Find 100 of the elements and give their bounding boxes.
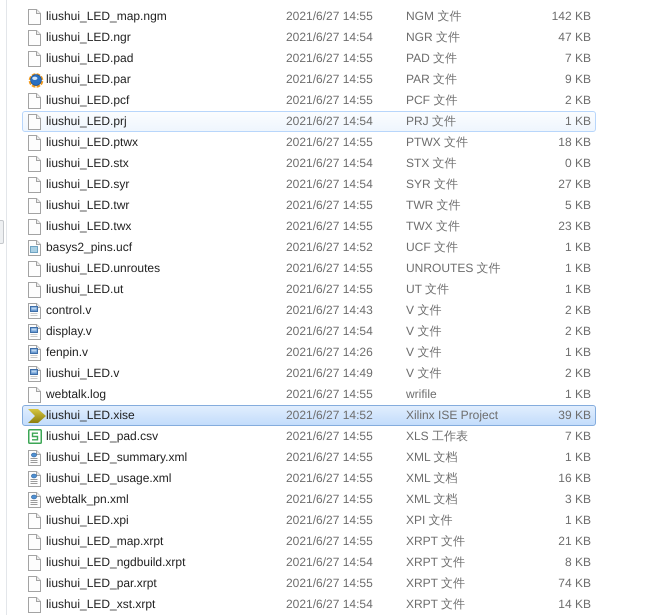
file-name: liushui_LED.stx bbox=[46, 155, 130, 172]
file-row[interactable]: liushui_LED.ngr 2021/6/27 14:54 NGR 文件 47 KB bbox=[22, 27, 596, 48]
file-type: wrifile bbox=[406, 386, 438, 403]
file-type: V 文件 bbox=[406, 344, 442, 361]
file-row[interactable]: liushui_LED.v 2021/6/27 14:49 V 文件 2 KB bbox=[22, 363, 596, 384]
modified-date: 2021/6/27 14:26 bbox=[286, 344, 374, 361]
file-icon bbox=[28, 8, 41, 24]
file-icon bbox=[28, 50, 41, 66]
file-type: PAD 文件 bbox=[406, 50, 458, 67]
file-icon bbox=[28, 176, 41, 192]
file-type: XRPT 文件 bbox=[406, 596, 466, 613]
file-row[interactable]: liushui_LED.ut 2021/6/27 14:55 UT 文件 1 KB bbox=[22, 279, 596, 300]
file-icon bbox=[28, 134, 41, 150]
scrollbar-thumb[interactable] bbox=[0, 220, 4, 244]
file-row[interactable]: liushui_LED.prj 2021/6/27 14:54 PRJ 文件 1 KB bbox=[22, 111, 596, 132]
file-row[interactable]: webtalk_pn.xml 2021/6/27 14:55 XML 文档 3 KB bbox=[22, 489, 596, 510]
document-image-icon bbox=[28, 344, 41, 360]
file-name: liushui_LED.xise bbox=[46, 407, 136, 424]
modified-date: 2021/6/27 14:55 bbox=[286, 470, 374, 487]
file-icon bbox=[28, 386, 41, 402]
file-name: liushui_LED.pad bbox=[46, 50, 134, 67]
file-row[interactable]: webtalk.log 2021/6/27 14:55 wrifile 1 KB bbox=[22, 384, 596, 405]
file-row[interactable]: liushui_LED_xst.xrpt 2021/6/27 14:54 XRPT 文件 14 KB bbox=[22, 594, 596, 615]
file-type: NGM 文件 bbox=[406, 8, 462, 25]
file-size: 18 KB bbox=[558, 134, 591, 151]
file-icon bbox=[28, 282, 41, 298]
file-name: webtalk.log bbox=[46, 386, 108, 403]
file-row[interactable]: liushui_LED_usage.xml 2021/6/27 14:55 XML 文档 16 KB bbox=[22, 468, 596, 489]
file-type: PRJ 文件 bbox=[406, 113, 458, 130]
file-name: liushui_LED_map.xrpt bbox=[46, 533, 164, 550]
file-icon bbox=[28, 260, 41, 276]
modified-date: 2021/6/27 14:43 bbox=[286, 302, 374, 319]
modified-date: 2021/6/27 14:55 bbox=[286, 50, 374, 67]
file-type: STX 文件 bbox=[406, 155, 458, 172]
web-document-icon bbox=[28, 450, 41, 466]
file-type: UNROUTES 文件 bbox=[406, 260, 502, 277]
file-name: control.v bbox=[46, 302, 92, 319]
file-icon bbox=[28, 92, 41, 108]
file-size: 2 KB bbox=[564, 365, 591, 382]
file-name: liushui_LED.ut bbox=[46, 281, 124, 298]
file-name: liushui_LED_ngdbuild.xrpt bbox=[46, 554, 186, 571]
modified-date: 2021/6/27 14:55 bbox=[286, 8, 374, 25]
file-type: V 文件 bbox=[406, 302, 442, 319]
file-type: XRPT 文件 bbox=[406, 533, 466, 550]
file-type: XLS 工作表 bbox=[406, 428, 470, 445]
file-row[interactable]: liushui_LED.twr 2021/6/27 14:55 TWR 文件 5 KB bbox=[22, 195, 596, 216]
file-row[interactable]: liushui_LED_summary.xml 2021/6/27 14:55 XML 文档 1 KB bbox=[22, 447, 596, 468]
file-size: 7 KB bbox=[564, 428, 591, 445]
file-icon bbox=[28, 512, 41, 528]
file-size: 14 KB bbox=[558, 596, 591, 613]
file-row[interactable]: liushui_LED.pcf 2021/6/27 14:55 PCF 文件 2 KB bbox=[22, 90, 596, 111]
file-type: Xilinx ISE Project bbox=[406, 407, 500, 424]
file-size: 1 KB bbox=[564, 512, 591, 529]
file-row[interactable]: display.v 2021/6/27 14:54 V 文件 2 KB bbox=[22, 321, 596, 342]
file-type: TWX 文件 bbox=[406, 218, 461, 235]
file-row[interactable]: liushui_LED.par 2021/6/27 14:55 PAR 文件 9 KB bbox=[22, 69, 596, 90]
file-type: XPI 文件 bbox=[406, 512, 454, 529]
modified-date: 2021/6/27 14:49 bbox=[286, 365, 374, 382]
web-document-icon bbox=[28, 492, 41, 508]
file-row[interactable]: control.v 2021/6/27 14:43 V 文件 2 KB bbox=[22, 300, 596, 321]
file-type: UT 文件 bbox=[406, 281, 450, 298]
file-icon bbox=[28, 198, 41, 214]
modified-date: 2021/6/27 14:55 bbox=[286, 260, 374, 277]
file-size: 23 KB bbox=[558, 218, 591, 235]
file-type: PCF 文件 bbox=[406, 92, 458, 109]
file-type: XML 文档 bbox=[406, 449, 459, 466]
file-name: liushui_LED.twr bbox=[46, 197, 130, 214]
file-row[interactable]: liushui_LED_ngdbuild.xrpt 2021/6/27 14:54 XRPT 文件 8 KB bbox=[22, 552, 596, 573]
file-icon bbox=[28, 554, 41, 570]
document-image-icon bbox=[28, 366, 41, 382]
file-row[interactable]: liushui_LED_par.xrpt 2021/6/27 14:55 XRPT 文件 74 KB bbox=[22, 573, 596, 594]
file-row[interactable]: liushui_LED.stx 2021/6/27 14:54 STX 文件 0 KB bbox=[22, 153, 596, 174]
file-name: liushui_LED.syr bbox=[46, 176, 130, 193]
file-size: 47 KB bbox=[558, 29, 591, 46]
file-row[interactable]: liushui_LED_pad.csv 2021/6/27 14:55 XLS 工作表 7 KB bbox=[22, 426, 596, 447]
file-size: 27 KB bbox=[558, 176, 591, 193]
modified-date: 2021/6/27 14:55 bbox=[286, 92, 374, 109]
file-row[interactable]: fenpin.v 2021/6/27 14:26 V 文件 1 KB bbox=[22, 342, 596, 363]
file-row[interactable]: liushui_LED.pad 2021/6/27 14:55 PAD 文件 7 KB bbox=[22, 48, 596, 69]
file-size: 2 KB bbox=[564, 92, 591, 109]
file-row[interactable]: liushui_LED_map.xrpt 2021/6/27 14:55 XRPT 文件 21 KB bbox=[22, 531, 596, 552]
file-row[interactable]: liushui_LED.unroutes 2021/6/27 14:55 UNROUTES 文件 1 KB bbox=[22, 258, 596, 279]
file-row[interactable]: liushui_LED.xise 2021/6/27 14:52 Xilinx ISE Project 39 KB bbox=[22, 405, 596, 426]
file-size: 1 KB bbox=[564, 113, 591, 130]
file-type: XRPT 文件 bbox=[406, 554, 466, 571]
modified-date: 2021/6/27 14:54 bbox=[286, 113, 374, 130]
file-type: UCF 文件 bbox=[406, 239, 459, 256]
spreadsheet-icon bbox=[28, 429, 42, 444]
file-row[interactable]: basys2_pins.ucf 2021/6/27 14:52 UCF 文件 1 KB bbox=[22, 237, 596, 258]
modified-date: 2021/6/27 14:55 bbox=[286, 197, 374, 214]
file-row[interactable]: liushui_LED.ptwx 2021/6/27 14:55 PTWX 文件 18 KB bbox=[22, 132, 596, 153]
file-type: PTWX 文件 bbox=[406, 134, 469, 151]
file-row[interactable]: liushui_LED.syr 2021/6/27 14:54 SYR 文件 27 KB bbox=[22, 174, 596, 195]
file-row[interactable]: liushui_LED_map.ngm 2021/6/27 14:55 NGM 文件 142 KB bbox=[22, 6, 596, 27]
modified-date: 2021/6/27 14:55 bbox=[286, 218, 374, 235]
file-row[interactable]: liushui_LED.xpi 2021/6/27 14:55 XPI 文件 1 KB bbox=[22, 510, 596, 531]
file-size: 21 KB bbox=[558, 533, 591, 550]
file-row[interactable]: liushui_LED.twx 2021/6/27 14:55 TWX 文件 23 KB bbox=[22, 216, 596, 237]
file-type: PAR 文件 bbox=[406, 71, 458, 88]
file-size: 1 KB bbox=[564, 449, 591, 466]
